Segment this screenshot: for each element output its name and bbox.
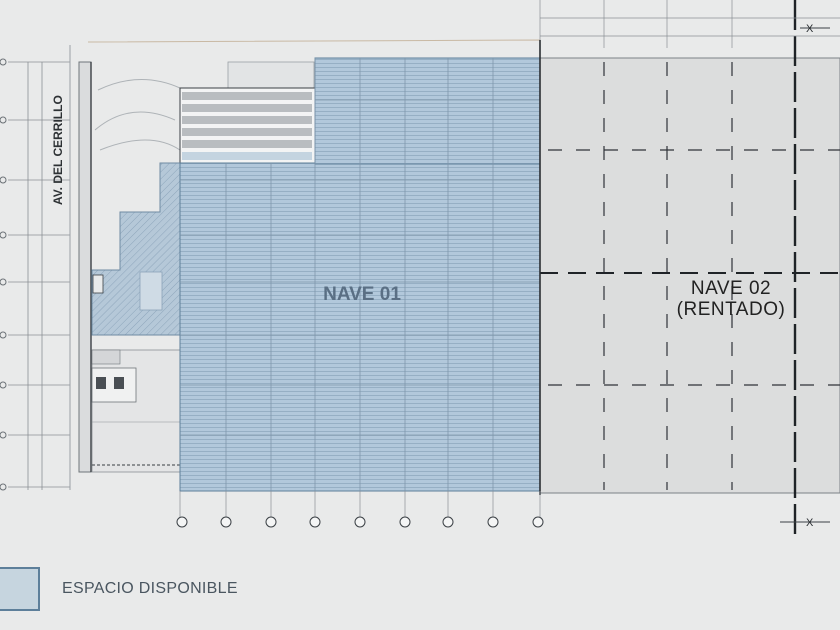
nave-02-status-label: (RENTADO) (677, 299, 786, 320)
truck-parking-marks (139, 271, 163, 311)
nave-01-label: NAVE 01 (323, 284, 401, 305)
lower-left-access (91, 349, 181, 473)
svg-text:X: X (806, 517, 814, 529)
legend: ESPACIO DISPONIBLE (0, 565, 238, 613)
legend-swatch-available (0, 567, 40, 611)
nave-02-label: NAVE 02 (691, 278, 771, 299)
small-booth (92, 274, 104, 294)
nave-01-upper-area (314, 57, 541, 165)
street-name-label: AV. DEL CERRILLO (51, 95, 65, 205)
legend-label-available: ESPACIO DISPONIBLE (62, 580, 238, 597)
svg-text:X: X (806, 23, 814, 35)
floor-plan: AV. DEL CERRILLO X X NAVE 01 NAVE 02 (RE… (0, 0, 840, 540)
